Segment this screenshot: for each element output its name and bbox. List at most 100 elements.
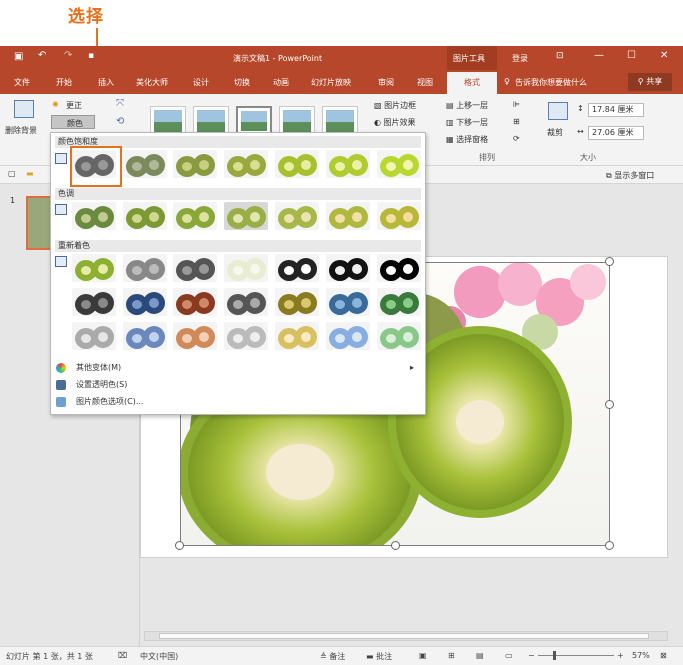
- more-variations-item[interactable]: 其他变体(M) ▸: [56, 361, 420, 375]
- tab-view[interactable]: 视图: [417, 77, 433, 88]
- color-swatch[interactable]: [275, 202, 319, 230]
- color-swatch[interactable]: [377, 254, 421, 282]
- tab-beautify[interactable]: 美化大师: [136, 77, 168, 88]
- undo-icon[interactable]: ↶: [38, 50, 46, 61]
- color-swatch[interactable]: [224, 254, 268, 282]
- align-icon[interactable]: ⊫: [513, 100, 520, 109]
- minimize-icon[interactable]: —: [594, 50, 604, 61]
- resize-handle-b[interactable]: [391, 541, 400, 550]
- tab-slideshow[interactable]: 幻灯片放映: [311, 77, 351, 88]
- selection-pane-button[interactable]: ▦ 选择窗格: [446, 134, 488, 145]
- color-swatch[interactable]: [275, 322, 319, 350]
- picture-color-options-icon: [56, 397, 66, 407]
- color-swatch[interactable]: [173, 288, 217, 316]
- group-icon[interactable]: ⊞: [513, 117, 520, 126]
- set-transparent-item[interactable]: 设置透明色(S): [56, 378, 420, 392]
- resize-handle-r[interactable]: [605, 400, 614, 409]
- login-link[interactable]: 登录: [512, 53, 528, 64]
- color-swatch[interactable]: [326, 254, 370, 282]
- color-swatch[interactable]: [224, 150, 268, 178]
- normal-view-icon[interactable]: ▣: [419, 651, 427, 660]
- tab-transitions[interactable]: 切换: [234, 77, 250, 88]
- save-icon[interactable]: ▣: [14, 51, 23, 62]
- quick-access-menu-icon[interactable]: ▪: [88, 51, 94, 61]
- change-picture-icon[interactable]: ⟲: [116, 116, 124, 127]
- color-swatch[interactable]: [123, 150, 167, 178]
- zoom-slider-thumb[interactable]: [553, 651, 556, 660]
- resize-handle-tr[interactable]: [605, 257, 614, 266]
- width-field[interactable]: 27.06 厘米: [588, 126, 644, 140]
- zoom-in-icon[interactable]: +: [617, 651, 624, 660]
- color-swatch[interactable]: [326, 288, 370, 316]
- resize-handle-br[interactable]: [605, 541, 614, 550]
- tab-file[interactable]: 文件: [14, 77, 30, 88]
- color-swatch[interactable]: [275, 254, 319, 282]
- tab-home[interactable]: 开始: [56, 77, 72, 88]
- folder-icon[interactable]: ▬: [26, 169, 34, 178]
- slide-sorter-icon[interactable]: ⊞: [448, 651, 455, 660]
- picture-effects-button[interactable]: ◐ 图片效果: [374, 117, 416, 128]
- zoom-level[interactable]: 57%: [632, 651, 650, 660]
- color-swatch[interactable]: [275, 150, 319, 178]
- scroll-thumb[interactable]: [159, 633, 649, 639]
- color-swatch[interactable]: [326, 322, 370, 350]
- color-swatch[interactable]: [173, 254, 217, 282]
- color-swatch[interactable]: [224, 202, 268, 230]
- corrections-button[interactable]: 更正: [66, 100, 82, 111]
- resize-handle-bl[interactable]: [175, 541, 184, 550]
- color-swatch[interactable]: [326, 202, 370, 230]
- color-swatch[interactable]: [173, 322, 217, 350]
- color-swatch[interactable]: [173, 150, 217, 178]
- share-button[interactable]: ⚲ 共享: [628, 73, 672, 91]
- rotate-icon[interactable]: ⟳: [513, 134, 520, 143]
- color-swatch[interactable]: [377, 288, 421, 316]
- tab-format[interactable]: 格式: [447, 72, 497, 94]
- tab-review[interactable]: 审阅: [378, 77, 394, 88]
- compress-icon[interactable]: ⤧: [116, 98, 124, 109]
- color-swatch[interactable]: [275, 288, 319, 316]
- color-swatch[interactable]: [377, 322, 421, 350]
- fit-slide-icon[interactable]: ⊠: [660, 651, 667, 660]
- show-multi-window-button[interactable]: ⧉ 显示多窗口: [606, 170, 654, 181]
- crop-button[interactable]: 裁剪: [547, 127, 563, 138]
- redo-icon[interactable]: ↷: [64, 50, 72, 61]
- remove-background-button[interactable]: 删除背景: [5, 125, 37, 136]
- notes-button[interactable]: ≜ 备注: [320, 651, 345, 662]
- tab-design[interactable]: 设计: [193, 77, 209, 88]
- color-swatch[interactable]: [377, 202, 421, 230]
- color-swatch[interactable]: [123, 254, 167, 282]
- close-icon[interactable]: ✕: [660, 50, 668, 61]
- color-swatch[interactable]: [72, 288, 116, 316]
- language[interactable]: 中文(中国): [140, 651, 178, 662]
- zoom-out-icon[interactable]: −: [528, 651, 535, 660]
- comments-button[interactable]: ▬ 批注: [366, 651, 392, 662]
- color-swatch[interactable]: [173, 202, 217, 230]
- horizontal-scrollbar[interactable]: [144, 631, 668, 641]
- color-swatch[interactable]: [224, 288, 268, 316]
- picture-border-button[interactable]: ▧ 图片边框: [374, 100, 416, 111]
- picture-color-options-item[interactable]: 图片颜色选项(C)...: [56, 395, 420, 409]
- color-swatch[interactable]: [123, 202, 167, 230]
- color-swatch[interactable]: [123, 288, 167, 316]
- zoom-slider[interactable]: [538, 655, 614, 656]
- color-swatch[interactable]: [72, 254, 116, 282]
- tab-insert[interactable]: 插入: [98, 77, 114, 88]
- color-swatch[interactable]: [123, 322, 167, 350]
- tell-me-search[interactable]: 告诉我你想要做什么: [515, 77, 587, 88]
- tab-animations[interactable]: 动画: [273, 77, 289, 88]
- maximize-icon[interactable]: ☐: [627, 50, 636, 61]
- color-swatch[interactable]: [72, 322, 116, 350]
- color-swatch[interactable]: [326, 150, 370, 178]
- new-slide-icon[interactable]: ▢: [8, 169, 16, 178]
- color-button[interactable]: 颜色: [51, 115, 95, 129]
- bring-forward-button[interactable]: ▤ 上移一层: [446, 100, 488, 111]
- spellcheck-icon[interactable]: ⌧: [118, 651, 127, 660]
- ribbon-display-icon[interactable]: ⊡: [556, 51, 564, 61]
- slideshow-icon[interactable]: ▭: [505, 651, 513, 660]
- color-swatch[interactable]: [72, 202, 116, 230]
- color-swatch[interactable]: [224, 322, 268, 350]
- reading-view-icon[interactable]: ▤: [476, 651, 484, 660]
- send-backward-button[interactable]: ▥ 下移一层: [446, 117, 488, 128]
- color-swatch[interactable]: [377, 150, 421, 178]
- height-field[interactable]: 17.84 厘米: [588, 103, 644, 117]
